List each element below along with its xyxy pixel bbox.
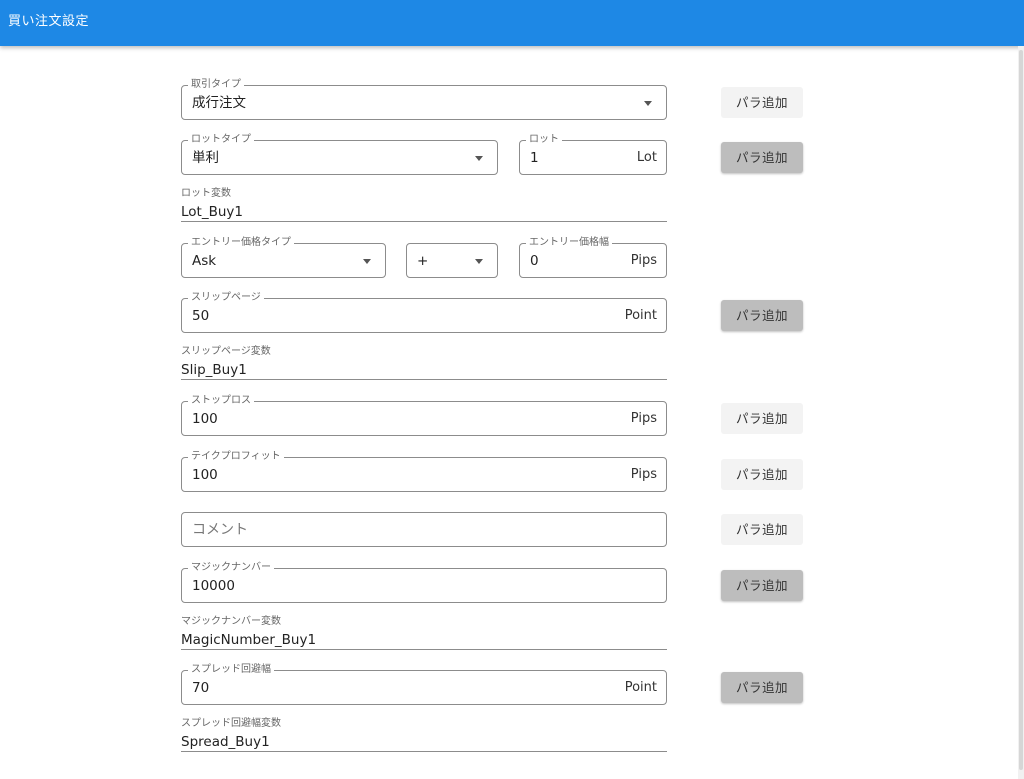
- lot-type-select[interactable]: ロットタイプ 単利: [181, 133, 498, 175]
- spread-avoid-variable-field[interactable]: スプレッド回避幅変数 Spread_Buy1: [181, 718, 667, 752]
- take-profit-input[interactable]: テイクプロフィット 100 Pips: [181, 450, 667, 492]
- entry-price-width-unit: Pips: [630, 253, 657, 268]
- trade-type-value: 成行注文: [192, 95, 246, 111]
- magic-number-variable-value: MagicNumber_Buy1: [181, 632, 317, 648]
- sign-select[interactable]: +: [406, 243, 498, 278]
- para-add-button-take-profit[interactable]: パラ追加: [721, 459, 803, 490]
- sign-value: +: [417, 253, 429, 269]
- magic-number-variable-label: マジックナンバー変数: [181, 616, 281, 627]
- slippage-label: スリップページ: [188, 291, 264, 305]
- lot-type-value: 単利: [192, 150, 219, 166]
- slippage-variable-field[interactable]: スリップページ変数 Slip_Buy1: [181, 346, 667, 380]
- spread-avoid-value: 70: [192, 680, 210, 696]
- magic-number-input[interactable]: マジックナンバー 10000: [181, 561, 667, 603]
- lot-unit: Lot: [636, 150, 657, 165]
- page-title: 買い注文設定: [8, 14, 90, 29]
- stop-loss-value: 100: [192, 411, 218, 427]
- lot-type-label: ロットタイプ: [188, 133, 254, 147]
- comment-input[interactable]: コメント: [181, 512, 667, 547]
- entry-price-width-input[interactable]: エントリー価格幅 0 Pips: [519, 236, 667, 278]
- stop-loss-label: ストップロス: [188, 394, 254, 408]
- para-add-button-stop-loss[interactable]: パラ追加: [721, 403, 803, 434]
- take-profit-unit: Pips: [630, 467, 657, 482]
- magic-number-label: マジックナンバー: [188, 561, 274, 575]
- vertical-scrollbar[interactable]: [1018, 46, 1024, 779]
- trade-type-label: 取引タイプ: [188, 78, 244, 92]
- spread-avoid-variable-value: Spread_Buy1: [181, 734, 270, 750]
- lot-value: 1: [530, 150, 539, 166]
- dropdown-caret-icon: [475, 156, 483, 161]
- para-add-button-slippage[interactable]: パラ追加: [721, 300, 803, 331]
- spread-avoid-input[interactable]: スプレッド回避幅 70 Point: [181, 663, 667, 705]
- stop-loss-input[interactable]: ストップロス 100 Pips: [181, 394, 667, 436]
- trade-type-select[interactable]: 取引タイプ 成行注文: [181, 78, 667, 120]
- dropdown-caret-icon: [363, 259, 371, 264]
- lot-label: ロット: [526, 133, 562, 147]
- dropdown-caret-icon: [644, 101, 652, 106]
- lot-variable-label: ロット変数: [181, 188, 231, 199]
- slippage-input[interactable]: スリップページ 50 Point: [181, 291, 667, 333]
- magic-number-value: 10000: [192, 578, 235, 594]
- comment-placeholder: コメント: [192, 522, 248, 538]
- take-profit-label: テイクプロフィット: [188, 450, 284, 464]
- slippage-variable-label: スリップページ変数: [181, 346, 271, 357]
- spread-avoid-label: スプレッド回避幅: [188, 663, 274, 677]
- lot-variable-field[interactable]: ロット変数 Lot_Buy1: [181, 188, 667, 222]
- slippage-value: 50: [192, 308, 210, 324]
- scrollbar-thumb[interactable]: [1019, 50, 1023, 770]
- app-bar: 買い注文設定: [0, 0, 1024, 46]
- take-profit-value: 100: [192, 467, 218, 483]
- slippage-unit: Point: [624, 308, 657, 323]
- entry-price-type-value: Ask: [192, 253, 217, 269]
- slippage-variable-value: Slip_Buy1: [181, 362, 247, 378]
- para-add-button-spread-avoid[interactable]: パラ追加: [721, 672, 803, 703]
- para-add-button-trade-type[interactable]: パラ追加: [721, 87, 803, 118]
- stop-loss-unit: Pips: [630, 411, 657, 426]
- entry-price-width-value: 0: [530, 253, 539, 269]
- entry-price-width-label: エントリー価格幅: [526, 236, 612, 250]
- spread-avoid-unit: Point: [624, 680, 657, 695]
- lot-variable-value: Lot_Buy1: [181, 204, 243, 220]
- entry-price-type-select[interactable]: エントリー価格タイプ Ask: [181, 236, 386, 278]
- spread-avoid-variable-label: スプレッド回避幅変数: [181, 718, 281, 729]
- dropdown-caret-icon: [475, 259, 483, 264]
- lot-input[interactable]: ロット 1 Lot: [519, 133, 667, 175]
- entry-price-type-label: エントリー価格タイプ: [188, 236, 294, 250]
- para-add-button-comment[interactable]: パラ追加: [721, 514, 803, 545]
- para-add-button-lot[interactable]: パラ追加: [721, 142, 803, 173]
- magic-number-variable-field[interactable]: マジックナンバー変数 MagicNumber_Buy1: [181, 616, 667, 650]
- para-add-button-magic-number[interactable]: パラ追加: [721, 570, 803, 601]
